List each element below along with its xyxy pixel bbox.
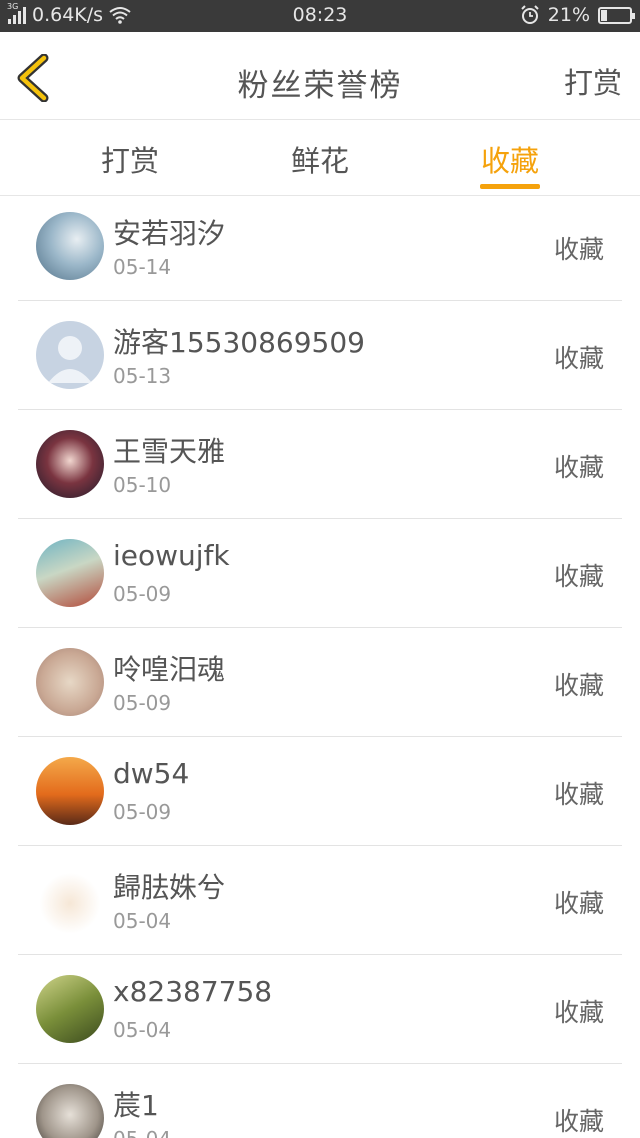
fan-date: 05-04	[113, 1127, 171, 1138]
status-bar: 3G 0.64K/s 08:23 21%	[0, 0, 640, 32]
fan-row[interactable]: x82387758 05-04 收藏	[18, 955, 622, 1064]
fan-date: 05-09	[113, 582, 172, 606]
avatar[interactable]	[36, 212, 104, 280]
fan-row[interactable]: ieowujfk 05-09 收藏	[18, 519, 622, 628]
avatar[interactable]	[36, 975, 104, 1043]
fan-date: 05-10	[113, 473, 172, 497]
fan-list: 安若羽汐 05-14 收藏 游客15530869509… 05-13 收藏 王雪天雅 05-1…	[18, 192, 622, 1138]
fan-row[interactable]: 安若羽汐 05-14 收藏	[18, 192, 622, 301]
action-tag: 收藏	[553, 889, 604, 918]
reward-button[interactable]: 打赏	[564, 60, 622, 102]
fan-row[interactable]: 游客15530869509… 05-13 收藏	[18, 301, 622, 410]
fan-row[interactable]: 呤喤汨魂 05-09 收藏	[18, 628, 622, 737]
fan-name: 呤喤汨魂	[113, 653, 226, 686]
action-tag: 收藏	[553, 562, 604, 591]
page-title: 粉丝荣誉榜	[237, 68, 403, 104]
action-tag: 收藏	[553, 1107, 604, 1136]
action-tag: 收藏	[553, 671, 604, 700]
battery-icon	[598, 6, 635, 24]
fan-row[interactable]: 王雪天雅 05-10 收藏	[18, 410, 622, 519]
action-tag: 收藏	[553, 780, 604, 809]
fan-name: 安若羽汐	[113, 217, 226, 250]
fan-name: 游客15530869509…	[113, 326, 368, 359]
tab-flowers[interactable]: 鲜花	[260, 138, 380, 180]
avatar[interactable]	[36, 321, 104, 389]
action-tag: 收藏	[553, 998, 604, 1027]
avatar[interactable]	[36, 866, 104, 934]
fan-name: 歸胠姝兮	[113, 871, 226, 904]
fan-date: 05-09	[113, 691, 172, 715]
fan-date: 05-13	[113, 364, 172, 388]
fan-name: 莀1	[113, 1089, 159, 1122]
avatar[interactable]	[36, 539, 104, 607]
fan-name: x82387758	[113, 975, 273, 1008]
nav-header: 粉丝荣誉榜 打赏	[0, 32, 640, 120]
action-tag: 收藏	[553, 235, 604, 264]
fan-name: 王雪天雅	[113, 435, 226, 468]
fan-row[interactable]: 莀1 05-04 收藏	[18, 1064, 622, 1138]
tab-active-indicator	[480, 184, 540, 189]
fan-date: 05-14	[113, 255, 172, 279]
tab-reward[interactable]: 打赏	[70, 138, 190, 180]
avatar[interactable]	[36, 757, 104, 825]
action-tag: 收藏	[553, 344, 604, 373]
fan-row[interactable]: dw54 05-09 收藏	[18, 737, 622, 846]
fan-date: 05-04	[113, 1018, 172, 1042]
fan-date: 05-09	[113, 800, 172, 824]
tab-bar: 打赏 鲜花 收藏	[0, 121, 640, 196]
default-avatar-icon	[48, 336, 92, 383]
status-right: 21%	[520, 4, 635, 26]
avatar[interactable]	[36, 648, 104, 716]
fan-name: dw54	[113, 757, 190, 790]
avatar[interactable]	[36, 430, 104, 498]
fan-name: ieowujfk	[113, 539, 230, 572]
avatar[interactable]	[36, 1084, 104, 1138]
fan-date: 05-04	[113, 909, 172, 933]
action-tag: 收藏	[553, 453, 604, 482]
fan-row[interactable]: 歸胠姝兮 05-04 收藏	[18, 846, 622, 955]
tab-favorites[interactable]: 收藏	[450, 138, 570, 180]
alarm-icon	[521, 5, 539, 24]
battery-percent: 21%	[547, 4, 590, 26]
